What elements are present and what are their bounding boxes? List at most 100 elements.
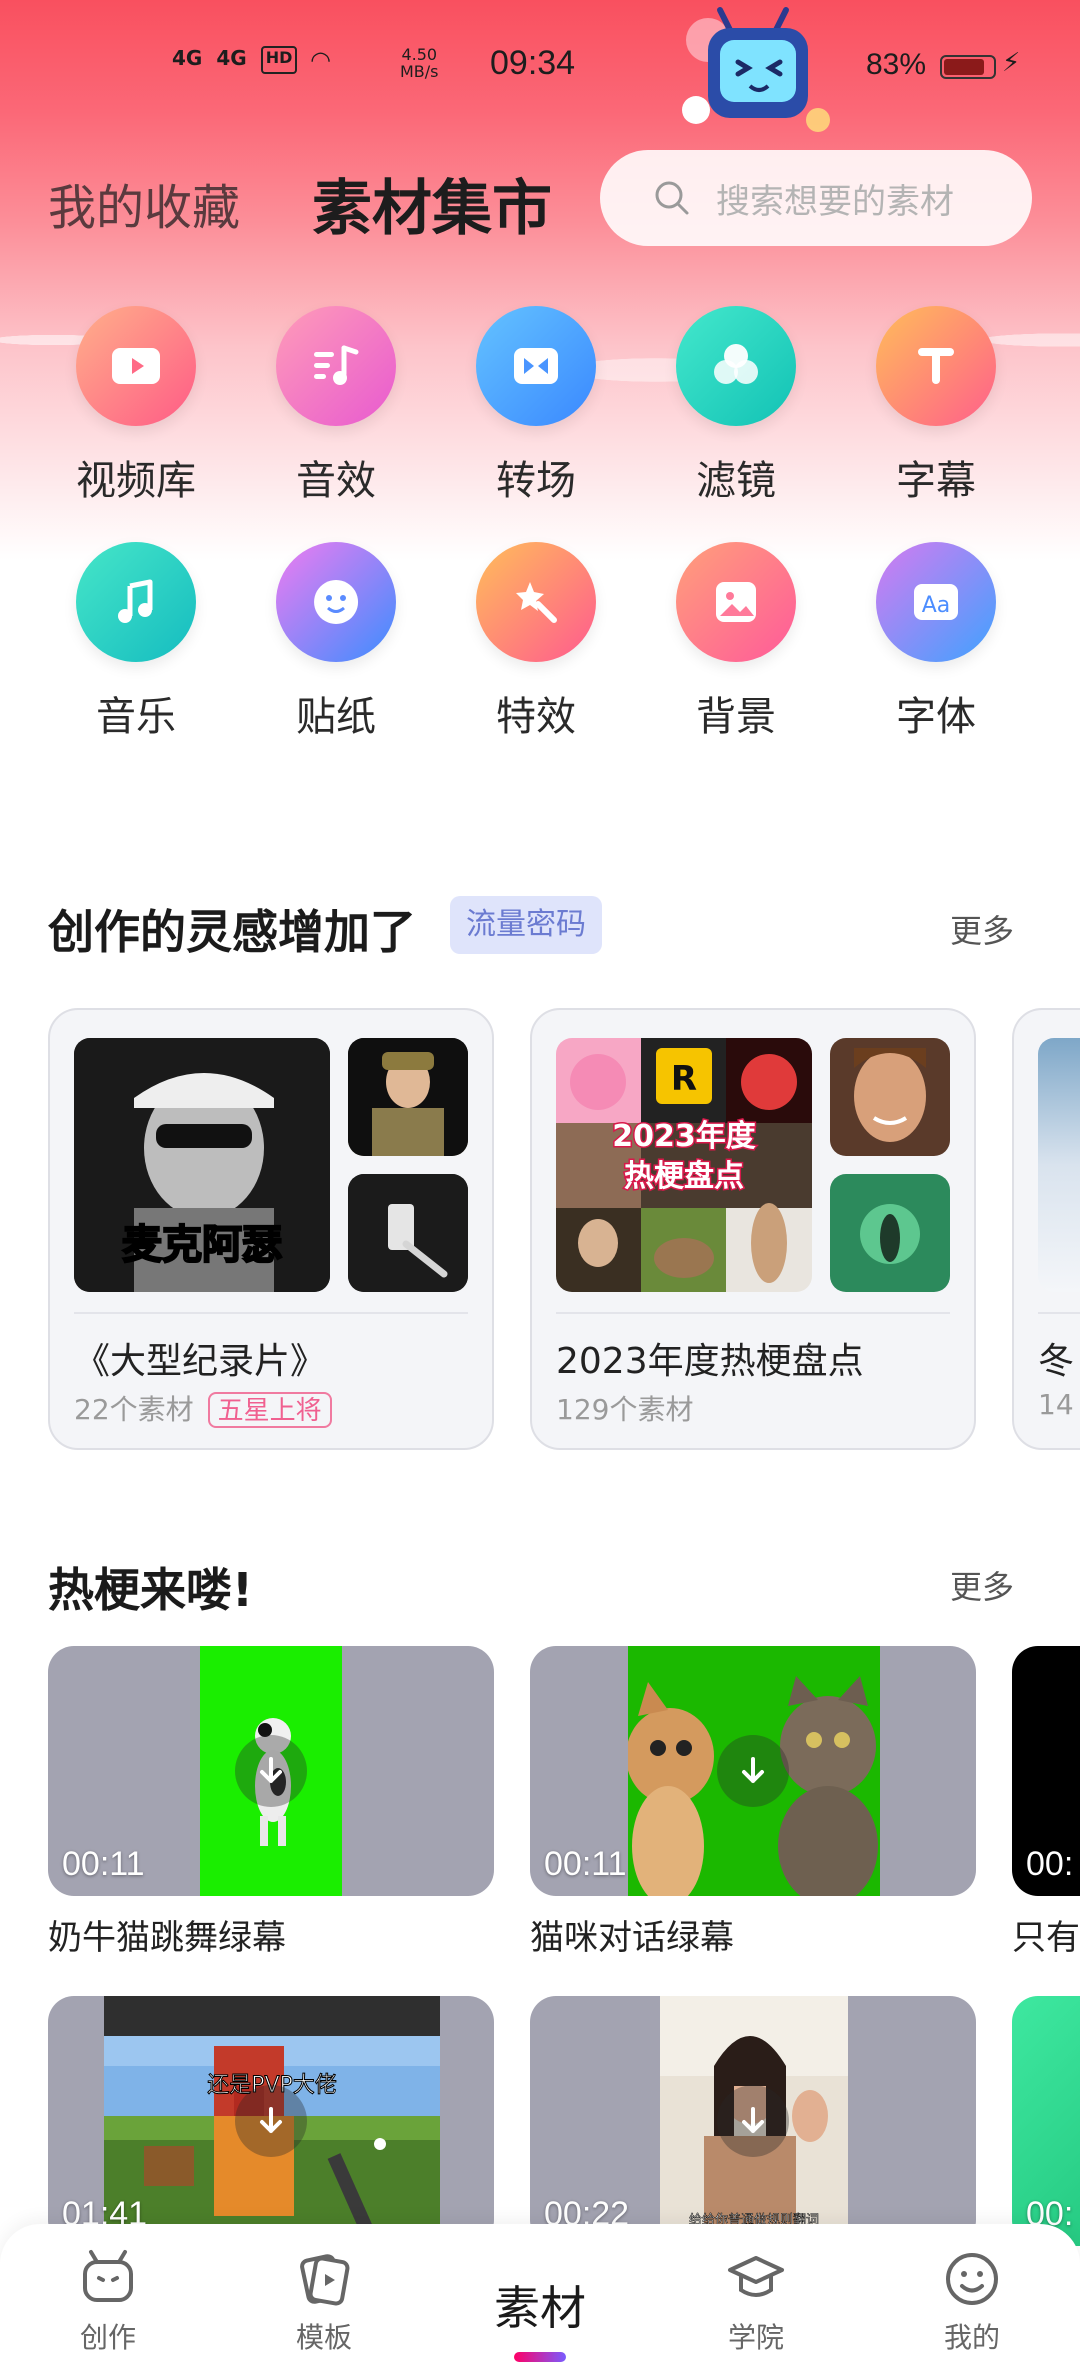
video-thumbnail: 00: [1012, 1646, 1080, 1896]
video-title: 猫咪对话绿幕 [530, 1918, 734, 1958]
category-sound-effects[interactable]: 音效 [236, 306, 436, 506]
font-icon: Aa [876, 542, 996, 662]
category-label: 背景 [696, 694, 776, 740]
video-tile[interactable]: 00:11 奶牛猫跳舞绿幕 [48, 1646, 494, 1959]
category-label: 视频库 [76, 458, 196, 504]
collection-card[interactable]: 冬 14 [1012, 994, 1080, 1450]
nav-mine[interactable]: 我的 [892, 2246, 1052, 2356]
smiley-profile-icon [946, 2253, 998, 2305]
collection-card[interactable]: 麦克阿瑟 《大型纪录片》 22个素材 五星上将 [48, 994, 494, 1450]
divider [1038, 1312, 1080, 1314]
signal-strength-icon: 4G [172, 46, 203, 70]
effect-wand-icon [476, 542, 596, 662]
graduation-cap-icon [728, 2256, 784, 2297]
video-thumbnail: 00:11 [48, 1646, 494, 1896]
collection-cover-caption: 热梗盘点 [624, 1159, 744, 1194]
video-tile[interactable]: 00: 只有 [1012, 1646, 1080, 1959]
video-title: 奶牛猫跳舞绿幕 [48, 1918, 286, 1958]
background-image-icon [676, 542, 796, 662]
video-row: 00:11 奶牛猫跳舞绿幕 00:11 猫咪对话绿幕 00: 只有 [48, 1646, 1080, 1966]
nav-label: 模板 [295, 2321, 352, 2354]
search-placeholder: 搜索想要的素材 [716, 181, 954, 222]
collection-count: 14 [1038, 1388, 1074, 1421]
collection-cover-image [1038, 1038, 1080, 1292]
video-title: 只有 [1012, 1918, 1080, 1958]
section-title-inspiration: 创作的灵感增加了 [48, 905, 416, 959]
download-icon[interactable] [717, 2085, 789, 2157]
video-thumbnail: 00:11 [530, 1646, 976, 1896]
collection-carousel[interactable]: 麦克阿瑟 《大型纪录片》 22个素材 五星上将 R 2023年度 热梗盘点 20… [48, 994, 1080, 1456]
network-speed: 4.50 MB/s [400, 45, 439, 81]
bottom-navigation: 创作 模板 素材 学院 我的 [0, 2224, 1080, 2376]
tv-create-icon [83, 2250, 133, 2302]
category-subtitles[interactable]: 字幕 [836, 306, 1036, 506]
nav-material[interactable]: 素材 [460, 2272, 620, 2338]
category-music[interactable]: 音乐 [36, 542, 236, 742]
category-video-library[interactable]: 视频库 [36, 306, 236, 506]
nav-label: 创作 [79, 2321, 136, 2354]
clock: 09:34 [490, 44, 576, 82]
category-stickers[interactable]: 贴纸 [236, 542, 436, 742]
video-duration: 00:11 [544, 1845, 627, 1883]
category-filters[interactable]: 滤镜 [636, 306, 836, 506]
svg-text:R: R [671, 1059, 697, 1099]
template-cards-icon [300, 2254, 350, 2306]
filter-icon [676, 306, 796, 426]
nav-create[interactable]: 创作 [28, 2246, 188, 2356]
sound-effect-icon [276, 306, 396, 426]
nav-template[interactable]: 模板 [244, 2246, 404, 2356]
nav-academy[interactable]: 学院 [676, 2246, 836, 2356]
video-tile[interactable]: 00:11 猫咪对话绿幕 [530, 1646, 976, 1959]
category-label: 特效 [496, 694, 576, 740]
category-grid: 视频库 音效 转场 滤镜 字幕 音乐 贴纸 特效 背景 Aa 字体 [36, 306, 1044, 742]
divider [74, 1312, 468, 1314]
category-label: 音效 [296, 458, 376, 504]
battery-percent: 83% [866, 48, 927, 81]
video-thumbnail: 给给你普通做规则翻词 00:22 [530, 1996, 976, 2246]
nav-label: 我的 [943, 2321, 1000, 2354]
collection-thumb [348, 1174, 468, 1292]
download-icon[interactable] [235, 1735, 307, 1807]
category-backgrounds[interactable]: 背景 [636, 542, 836, 742]
nav-label: 学院 [727, 2321, 784, 2354]
download-icon[interactable] [235, 2085, 307, 2157]
collection-name: 冬 [1038, 1341, 1075, 1382]
status-bar: 4G 4G HD ◠ 4.50 MB/s 09:34 83% ⚡ [0, 40, 1080, 100]
category-label: 字体 [896, 694, 976, 740]
inspiration-more-link[interactable]: 更多 [950, 906, 1014, 952]
section-tag[interactable]: 流量密码 [450, 896, 602, 954]
hd-voice-icon: HD [260, 46, 298, 74]
category-fonts[interactable]: Aa 字体 [836, 542, 1036, 742]
hot-memes-more-link[interactable]: 更多 [950, 1562, 1014, 1608]
collection-cover-caption: 2023年度 [612, 1119, 756, 1154]
battery-icon [940, 55, 996, 79]
collection-cover-image: R 2023年度 热梗盘点 [556, 1038, 812, 1292]
download-icon[interactable] [717, 1735, 789, 1807]
category-effects[interactable]: 特效 [436, 542, 636, 742]
category-label: 转场 [496, 458, 576, 504]
collection-thumb [830, 1038, 950, 1156]
collection-badge: 五星上将 [207, 1392, 332, 1428]
divider [556, 1312, 950, 1314]
video-thumbnail: 00: [1012, 1996, 1080, 2246]
search-input[interactable]: 搜索想要的素材 [600, 150, 1032, 246]
tab-material-market[interactable]: 素材集市 [312, 160, 552, 247]
subtitle-icon [876, 306, 996, 426]
active-tab-indicator [514, 2352, 566, 2362]
collection-thumb [348, 1038, 468, 1156]
signal-strength-icon: 4G [216, 46, 247, 70]
video-tile[interactable]: 00: [1012, 1996, 1080, 2246]
category-label: 音乐 [96, 694, 176, 740]
collection-count: 129个素材 [556, 1393, 694, 1426]
video-tile[interactable]: 还是PVP大佬 01:41 [48, 1996, 494, 2246]
sticker-icon [276, 542, 396, 662]
category-label: 字幕 [896, 458, 976, 504]
category-transitions[interactable]: 转场 [436, 306, 636, 506]
tab-my-favorites[interactable]: 我的收藏 [48, 168, 240, 238]
video-duration: 00:11 [62, 1845, 145, 1883]
collection-name: 《大型纪录片》 [74, 1341, 327, 1382]
video-tile[interactable]: 给给你普通做规则翻词 00:22 [530, 1996, 976, 2246]
collection-card[interactable]: R 2023年度 热梗盘点 2023年度热梗盘点 129个素材 [530, 994, 976, 1450]
svg-text:Aa: Aa [922, 593, 951, 618]
video-thumbnail: 还是PVP大佬 01:41 [48, 1996, 494, 2246]
